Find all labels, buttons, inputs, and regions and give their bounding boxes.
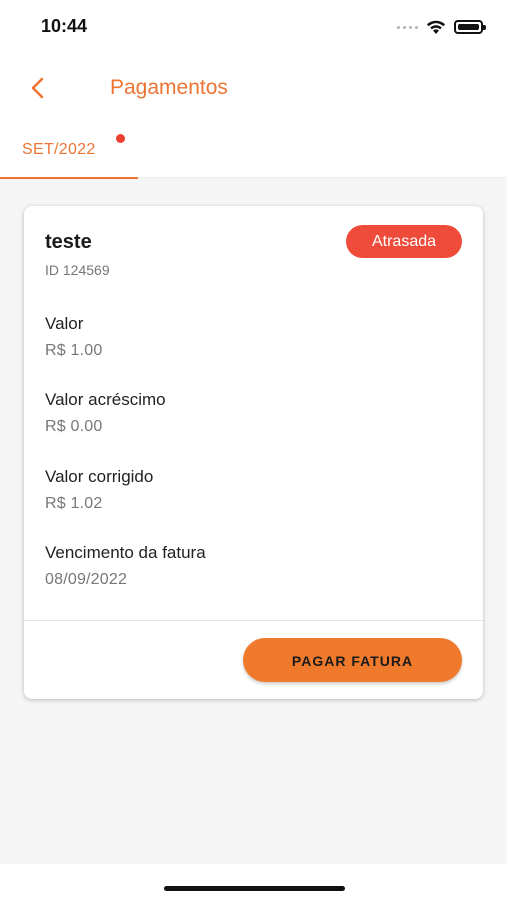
page-title: Pagamentos <box>110 76 228 99</box>
field-label-valor-acrescimo: Valor acréscimo <box>45 390 166 409</box>
signal-icon <box>397 25 418 29</box>
tab-set-2022[interactable]: SET/2022 <box>0 134 138 179</box>
tab-divider <box>138 177 507 178</box>
bottom-bar <box>0 864 507 900</box>
invoice-title: teste <box>45 231 92 253</box>
invoice-card: teste ID 124569 Atrasada Valor R$ 1.00 V… <box>24 206 483 699</box>
tab-label: SET/2022 <box>22 141 96 158</box>
field-value-vencimento: 08/09/2022 <box>45 571 128 588</box>
field-value-valor-corrigido: R$ 1.02 <box>45 495 103 512</box>
status-badge: Atrasada <box>346 225 462 258</box>
status-icons <box>397 18 486 36</box>
top-bar: 10:44 Pagamentos SET/2022 <box>0 0 507 179</box>
field-label-valor: Valor <box>45 314 84 333</box>
notification-dot <box>116 134 125 143</box>
wifi-icon <box>427 20 445 34</box>
pay-invoice-button[interactable]: PAGAR FATURA <box>243 638 462 682</box>
status-time: 10:44 <box>41 16 88 36</box>
field-label-vencimento: Vencimento da fatura <box>45 543 206 562</box>
field-value-valor: R$ 1.00 <box>45 342 103 359</box>
back-button[interactable] <box>22 72 52 104</box>
field-label-valor-corrigido: Valor corrigido <box>45 467 154 486</box>
field-value-valor-acrescimo: R$ 0.00 <box>45 418 103 435</box>
battery-icon <box>454 20 486 34</box>
chevron-left-icon <box>31 77 44 99</box>
card-divider <box>24 620 483 621</box>
home-indicator[interactable] <box>164 886 345 891</box>
invoice-id: ID 124569 <box>45 262 110 278</box>
